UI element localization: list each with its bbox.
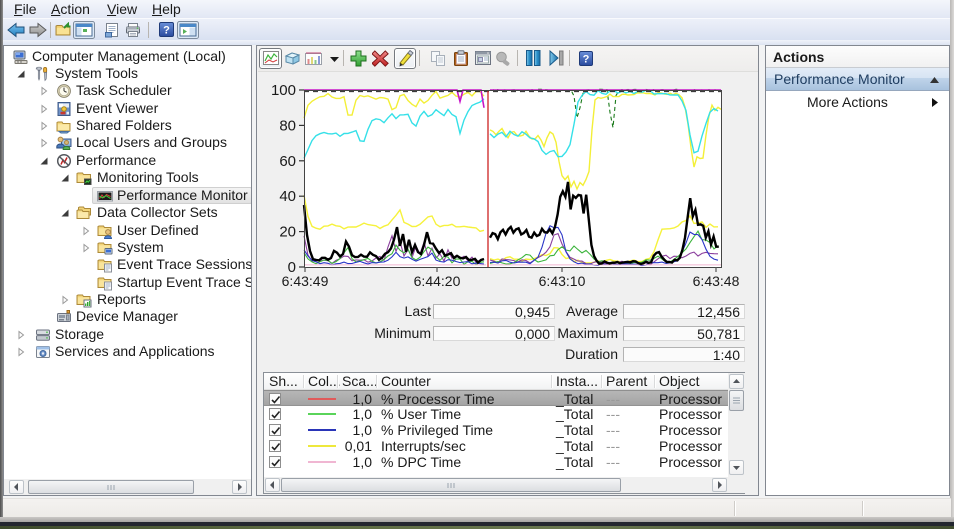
svg-text:?: ? (163, 25, 170, 37)
svg-text:?: ? (583, 54, 590, 66)
